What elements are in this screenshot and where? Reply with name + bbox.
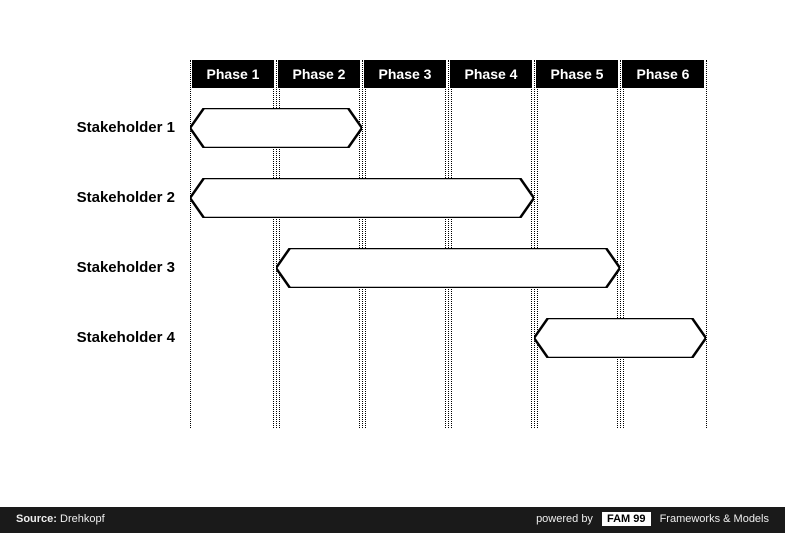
stakeholder-bar (276, 248, 620, 288)
stakeholder-label: Stakeholder 1 (0, 119, 175, 136)
powered-by-label: powered by (536, 513, 593, 525)
source-value: Drehkopf (60, 513, 105, 525)
grid-line (362, 60, 363, 428)
phase-header: Phase 4 (450, 60, 532, 88)
grid-line (617, 60, 618, 428)
fam-badge: FAM 99 (602, 512, 651, 526)
grid-line (706, 60, 707, 428)
stakeholder-bar (534, 318, 706, 358)
grid-line (531, 60, 532, 428)
stakeholder-bar (190, 178, 534, 218)
grid-line (451, 60, 452, 428)
stakeholder-label: Stakeholder 2 (0, 189, 175, 206)
stakeholder-bar (190, 108, 362, 148)
grid-line (537, 60, 538, 428)
grid-line (534, 60, 535, 428)
grid-line (365, 60, 366, 428)
grid-line (445, 60, 446, 428)
grid-line (620, 60, 621, 428)
frameworks-label: Frameworks & Models (660, 513, 769, 525)
stakeholder-label: Stakeholder 3 (0, 259, 175, 276)
grid-line (623, 60, 624, 428)
phase-header: Phase 5 (536, 60, 618, 88)
stakeholder-label: Stakeholder 4 (0, 329, 175, 346)
stakeholder-phase-chart: Phase 1Phase 2Phase 3Phase 4Phase 5Phase… (0, 0, 785, 490)
phase-header: Phase 1 (192, 60, 274, 88)
phase-header: Phase 3 (364, 60, 446, 88)
grid-line (448, 60, 449, 428)
footer-bar: Source: Drehkopf powered by FAM 99 Frame… (0, 507, 785, 533)
source-label: Source: (16, 513, 57, 525)
phase-header: Phase 6 (622, 60, 704, 88)
phase-header: Phase 2 (278, 60, 360, 88)
